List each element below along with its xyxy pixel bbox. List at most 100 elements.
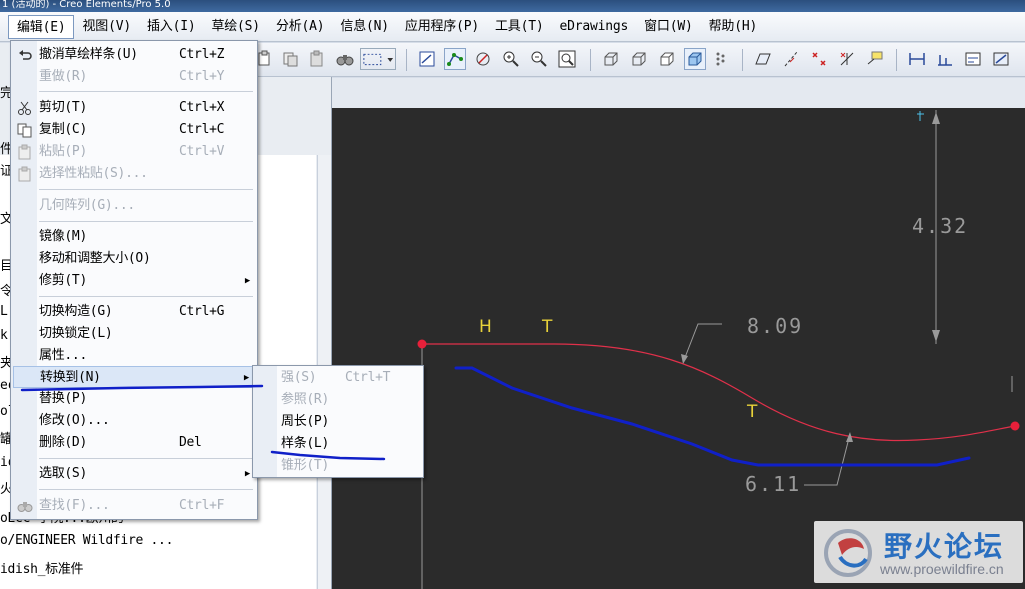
binoculars-icon bbox=[17, 502, 33, 512]
selection-box-dropdown[interactable] bbox=[360, 48, 396, 70]
menu-window[interactable]: 窗口(W) bbox=[636, 15, 700, 39]
menu-accelerator: Del bbox=[179, 435, 202, 450]
zoom-in-icon[interactable] bbox=[500, 48, 522, 70]
menu-bar: 编辑(E) 视图(V) 插入(I) 草绘(S) 分析(A) 信息(N) 应用程序… bbox=[0, 12, 1025, 42]
menu-copy[interactable]: 复制(C) Ctrl+C bbox=[13, 119, 256, 141]
menu-paste[interactable]: 粘贴(P) Ctrl+V bbox=[13, 141, 256, 163]
dimension-text-432[interactable]: 4.32 bbox=[912, 214, 968, 238]
menu-label: 选取(S) bbox=[39, 466, 87, 481]
menu-select[interactable]: 选取(S) ▶ bbox=[13, 463, 256, 485]
datum-point-icon[interactable] bbox=[808, 48, 830, 70]
dimension-arrow-up bbox=[932, 112, 940, 124]
menu-properties[interactable]: 属性... bbox=[13, 345, 256, 367]
menu-redo[interactable]: 重做(R) Ctrl+Y bbox=[13, 66, 256, 88]
binoculars-icon[interactable] bbox=[334, 48, 356, 70]
dimension-reference-icon[interactable] bbox=[990, 48, 1012, 70]
menu-label: 重做(R) bbox=[39, 69, 87, 84]
menu-move-resize[interactable]: 移动和调整大小(O) bbox=[13, 248, 256, 270]
paste-icon bbox=[18, 144, 31, 160]
dimension-ordinate-icon[interactable] bbox=[962, 48, 984, 70]
menu-label: 切换锁定(L) bbox=[39, 326, 113, 341]
menu-label: 样条(L) bbox=[281, 436, 329, 451]
dimension-arrow-down bbox=[932, 330, 940, 342]
menu-replace[interactable]: 替换(P) bbox=[13, 388, 256, 410]
dimension-leader-611 bbox=[804, 433, 851, 486]
menu-toggle-lock[interactable]: 切换锁定(L) bbox=[13, 323, 256, 345]
menu-delete[interactable]: 删除(D) Del bbox=[13, 432, 256, 454]
refit-icon[interactable] bbox=[556, 48, 578, 70]
sketch-view-icon[interactable] bbox=[416, 48, 438, 70]
menu-view[interactable]: 视图(V) bbox=[74, 15, 138, 39]
sketch-vertex-start[interactable] bbox=[417, 339, 427, 349]
submenu-reference[interactable]: 参照(R) bbox=[255, 389, 423, 411]
submenu-strengthen[interactable]: 强(S) Ctrl+T bbox=[255, 367, 423, 389]
submenu-spline[interactable]: 样条(L) bbox=[255, 433, 423, 455]
menu-geometry-pattern[interactable]: 几何阵列(G)... bbox=[13, 195, 256, 217]
menu-accelerator: Ctrl+C bbox=[179, 122, 225, 137]
menu-label: 复制(C) bbox=[39, 122, 87, 137]
paste-icon[interactable] bbox=[306, 48, 328, 70]
menu-find[interactable]: 查找(F)... Ctrl+F bbox=[13, 495, 256, 517]
shading-icon[interactable] bbox=[684, 48, 706, 70]
paste-special-icon bbox=[18, 166, 31, 182]
menu-toggle-construction[interactable]: 切换构造(G) Ctrl+G bbox=[13, 301, 256, 323]
constraint-display-icon[interactable] bbox=[472, 48, 494, 70]
more-views-icon[interactable] bbox=[710, 48, 732, 70]
sketch-spline[interactable] bbox=[553, 343, 1016, 442]
zoom-out-icon[interactable] bbox=[528, 48, 550, 70]
submenu-perimeter[interactable]: 周长(P) bbox=[255, 411, 423, 433]
show-vertices-icon[interactable] bbox=[444, 48, 466, 70]
menu-paste-special[interactable]: 选择性粘贴(S)... bbox=[13, 163, 256, 185]
menu-cut[interactable]: 剪切(T) Ctrl+X bbox=[13, 97, 256, 119]
menu-mirror[interactable]: 镜像(M) bbox=[13, 226, 256, 248]
menu-modify[interactable]: 修改(O)... bbox=[13, 410, 256, 432]
dimension-baseline-icon[interactable] bbox=[934, 48, 956, 70]
graphics-window[interactable]: 4.32 8.09 6.11 H T T bbox=[332, 108, 1025, 589]
menu-edrawings[interactable]: eDrawings bbox=[551, 15, 636, 39]
annotation-icon[interactable] bbox=[864, 48, 886, 70]
menu-label: 修剪(T) bbox=[39, 273, 87, 288]
hidden-line-icon[interactable] bbox=[628, 48, 650, 70]
dimension-horizontal-icon[interactable] bbox=[906, 48, 928, 70]
menu-label: 切换构造(G) bbox=[39, 304, 113, 319]
submenu-arrow-icon: ▶ bbox=[243, 373, 249, 383]
menu-insert[interactable]: 插入(I) bbox=[139, 15, 203, 39]
menu-undo[interactable]: 撤消草绘样条(U) Ctrl+Z bbox=[13, 44, 256, 66]
submenu-conic[interactable]: 锥形(T) bbox=[255, 455, 423, 477]
menu-accelerator: Ctrl+Z bbox=[179, 47, 225, 62]
menu-analysis[interactable]: 分析(A) bbox=[268, 15, 332, 39]
hand-drawn-annotation bbox=[454, 366, 971, 467]
tree-item[interactable]: idish_标准件 bbox=[0, 558, 84, 577]
menu-applications[interactable]: 应用程序(P) bbox=[397, 15, 487, 39]
menu-label: 参照(R) bbox=[281, 392, 329, 407]
window-title: 1 (活动的) - Creo Elements/Pro 5.0 bbox=[2, 0, 171, 10]
menu-edit[interactable]: 编辑(E) bbox=[8, 14, 75, 39]
menu-help[interactable]: 帮助(H) bbox=[701, 15, 765, 39]
coordinate-system-icon[interactable] bbox=[836, 48, 858, 70]
datum-plane-icon[interactable] bbox=[752, 48, 774, 70]
menu-label: 选择性粘贴(S)... bbox=[39, 166, 148, 181]
copy-icon bbox=[17, 123, 32, 138]
menu-label: 撤消草绘样条(U) bbox=[39, 47, 138, 62]
tree-item[interactable]: o/ENGINEER Wildfire ... bbox=[0, 533, 173, 548]
menu-label: 粘贴(P) bbox=[39, 144, 87, 159]
menu-trim[interactable]: 修剪(T) ▶ bbox=[13, 270, 256, 292]
menu-tools[interactable]: 工具(T) bbox=[487, 15, 551, 39]
menu-accelerator: Ctrl+T bbox=[345, 370, 391, 385]
dimension-text-809[interactable]: 8.09 bbox=[747, 314, 803, 338]
dimension-text-611[interactable]: 6.11 bbox=[745, 472, 801, 496]
menu-label: 替换(P) bbox=[39, 391, 87, 406]
side-label: k bbox=[0, 328, 8, 343]
menu-info[interactable]: 信息(N) bbox=[332, 15, 396, 39]
menu-sketch[interactable]: 草绘(S) bbox=[203, 15, 267, 39]
menu-accelerator: Ctrl+X bbox=[179, 100, 225, 115]
sketch-vertex-end[interactable] bbox=[1010, 421, 1020, 431]
graphics-header bbox=[332, 78, 1025, 108]
menu-label: 镜像(M) bbox=[39, 229, 87, 244]
forum-url: www.proewildfire.cn bbox=[880, 561, 1004, 577]
no-hidden-icon[interactable] bbox=[656, 48, 678, 70]
copy-icon[interactable] bbox=[280, 48, 302, 70]
wireframe-icon[interactable] bbox=[600, 48, 622, 70]
menu-convert-to[interactable]: 转换到(N) ▶ bbox=[13, 366, 256, 388]
datum-axis-icon[interactable] bbox=[780, 48, 802, 70]
